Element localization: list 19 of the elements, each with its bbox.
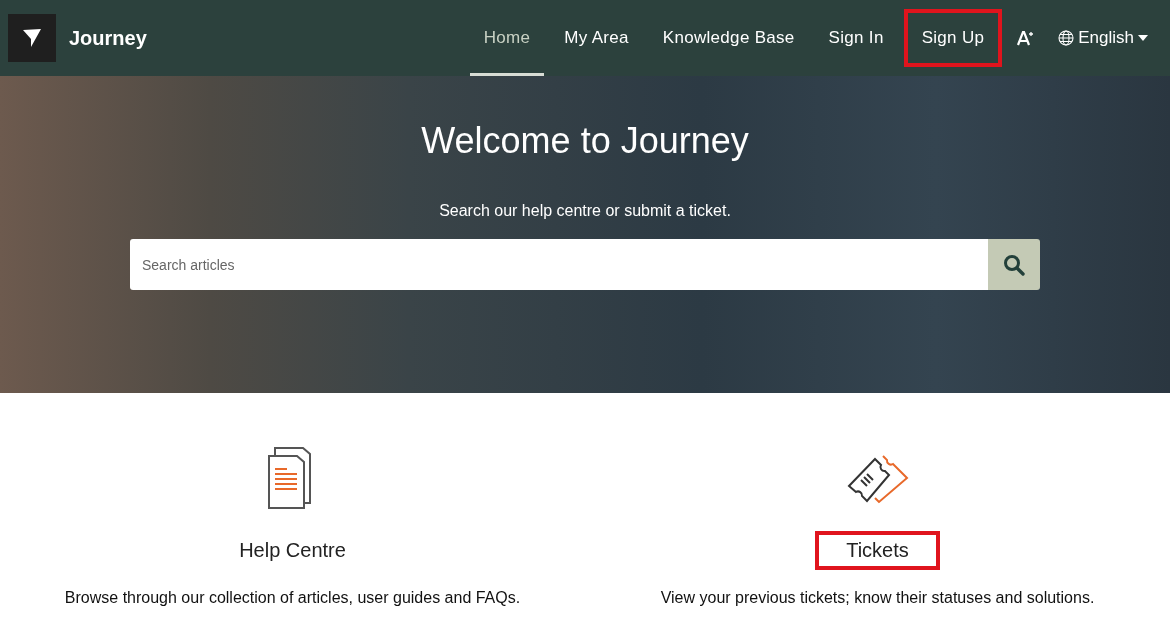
language-selector[interactable]: English <box>1048 28 1162 48</box>
card-description: View your previous tickets; know their statuses and solutions. <box>660 589 1095 607</box>
search-icon <box>1003 253 1025 276</box>
logo-icon[interactable] <box>8 14 56 62</box>
search-field[interactable]: Search articles <box>130 239 988 290</box>
search-button[interactable] <box>988 239 1040 290</box>
nav-link[interactable]: Sign Up <box>903 9 1003 67</box>
globe-icon <box>1058 30 1075 46</box>
caret-icon <box>1138 35 1148 41</box>
brand-name[interactable]: Journey <box>69 26 147 50</box>
tickets-icon <box>846 454 909 504</box>
hero-title: Welcome to Journey <box>421 120 749 162</box>
nav-link[interactable]: My Area <box>550 0 643 76</box>
card-title[interactable]: Tickets <box>815 531 940 570</box>
card-description: Browse through our collection of articles, user guides and FAQs. <box>64 589 521 607</box>
hero-subtitle: Search our help centre or submit a ticket. <box>439 202 731 220</box>
card-title[interactable]: Help Centre <box>208 531 377 570</box>
nav-link[interactable]: Knowledge Base <box>648 0 809 76</box>
nav-link[interactable]: Sign In <box>814 0 898 76</box>
